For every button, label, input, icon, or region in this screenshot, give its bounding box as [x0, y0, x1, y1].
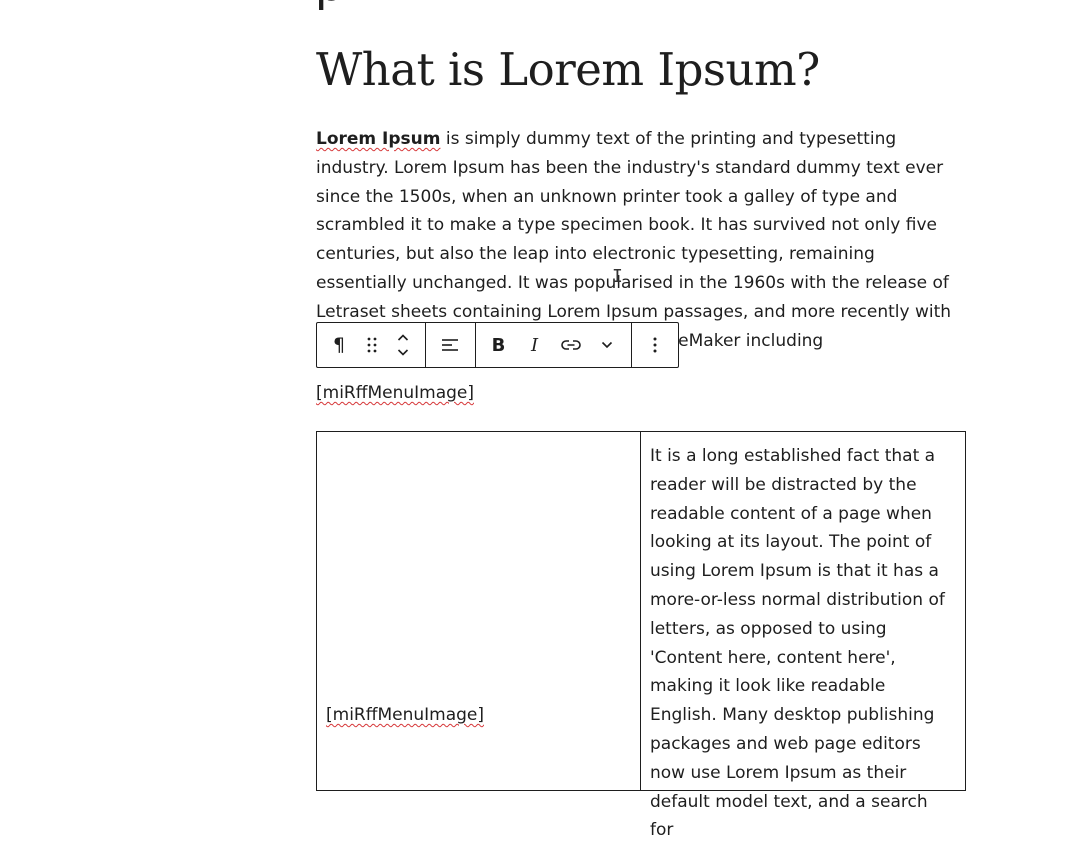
link-icon — [560, 340, 581, 350]
more-options-icon — [653, 337, 657, 353]
more-rich-text-button[interactable] — [594, 323, 620, 367]
align-button[interactable] — [426, 323, 474, 367]
block-toolbar-group-format: B I — [476, 323, 632, 367]
align-left-icon — [441, 339, 458, 351]
move-buttons — [383, 323, 423, 367]
link-button[interactable] — [548, 323, 594, 367]
paragraph-bold-text: Lorem Ipsum — [316, 129, 441, 149]
table-cell[interactable]: [miRffMenuImage] — [317, 432, 641, 790]
table-cell-text: It is a long established fact that a rea… — [650, 446, 945, 841]
shortcode-block[interactable]: [miRffMenuImage] — [316, 380, 474, 406]
paragraph-icon: ¶ — [332, 334, 346, 356]
table-cell-shortcode: [miRffMenuImage] — [326, 705, 484, 725]
move-down-icon[interactable] — [397, 347, 409, 357]
block-toolbar-group-align — [426, 323, 476, 367]
block-toolbar: ¶ B I — [316, 322, 679, 368]
move-up-icon[interactable] — [397, 333, 409, 343]
paragraph-block[interactable]: Lorem Ipsum is simply dummy text of the … — [316, 125, 966, 355]
options-button[interactable] — [632, 323, 678, 367]
paragraph-text: is simply dummy text of the printing and… — [316, 129, 952, 351]
table-cell[interactable]: It is a long established fact that a rea… — [641, 432, 965, 840]
post-heading[interactable]: What is Lorem Ipsum? — [316, 42, 820, 98]
chevron-down-icon — [601, 341, 612, 349]
italic-icon: I — [530, 334, 539, 356]
text-cursor-icon: I — [612, 266, 623, 287]
previous-heading-fragment: ρ — [316, 0, 344, 8]
bold-icon: B — [491, 334, 506, 356]
drag-handle-icon — [367, 337, 377, 353]
bold-button[interactable]: B — [476, 323, 522, 367]
block-toolbar-group-block: ¶ — [317, 323, 426, 367]
paragraph-block-type-button[interactable]: ¶ — [317, 323, 361, 367]
shortcode-text: [miRffMenuImage] — [316, 383, 474, 403]
table-block[interactable]: [miRffMenuImage] It is a long establishe… — [316, 431, 966, 840]
drag-handle-button[interactable] — [361, 323, 383, 367]
block-toolbar-group-options — [632, 323, 678, 367]
italic-button[interactable]: I — [522, 323, 548, 367]
